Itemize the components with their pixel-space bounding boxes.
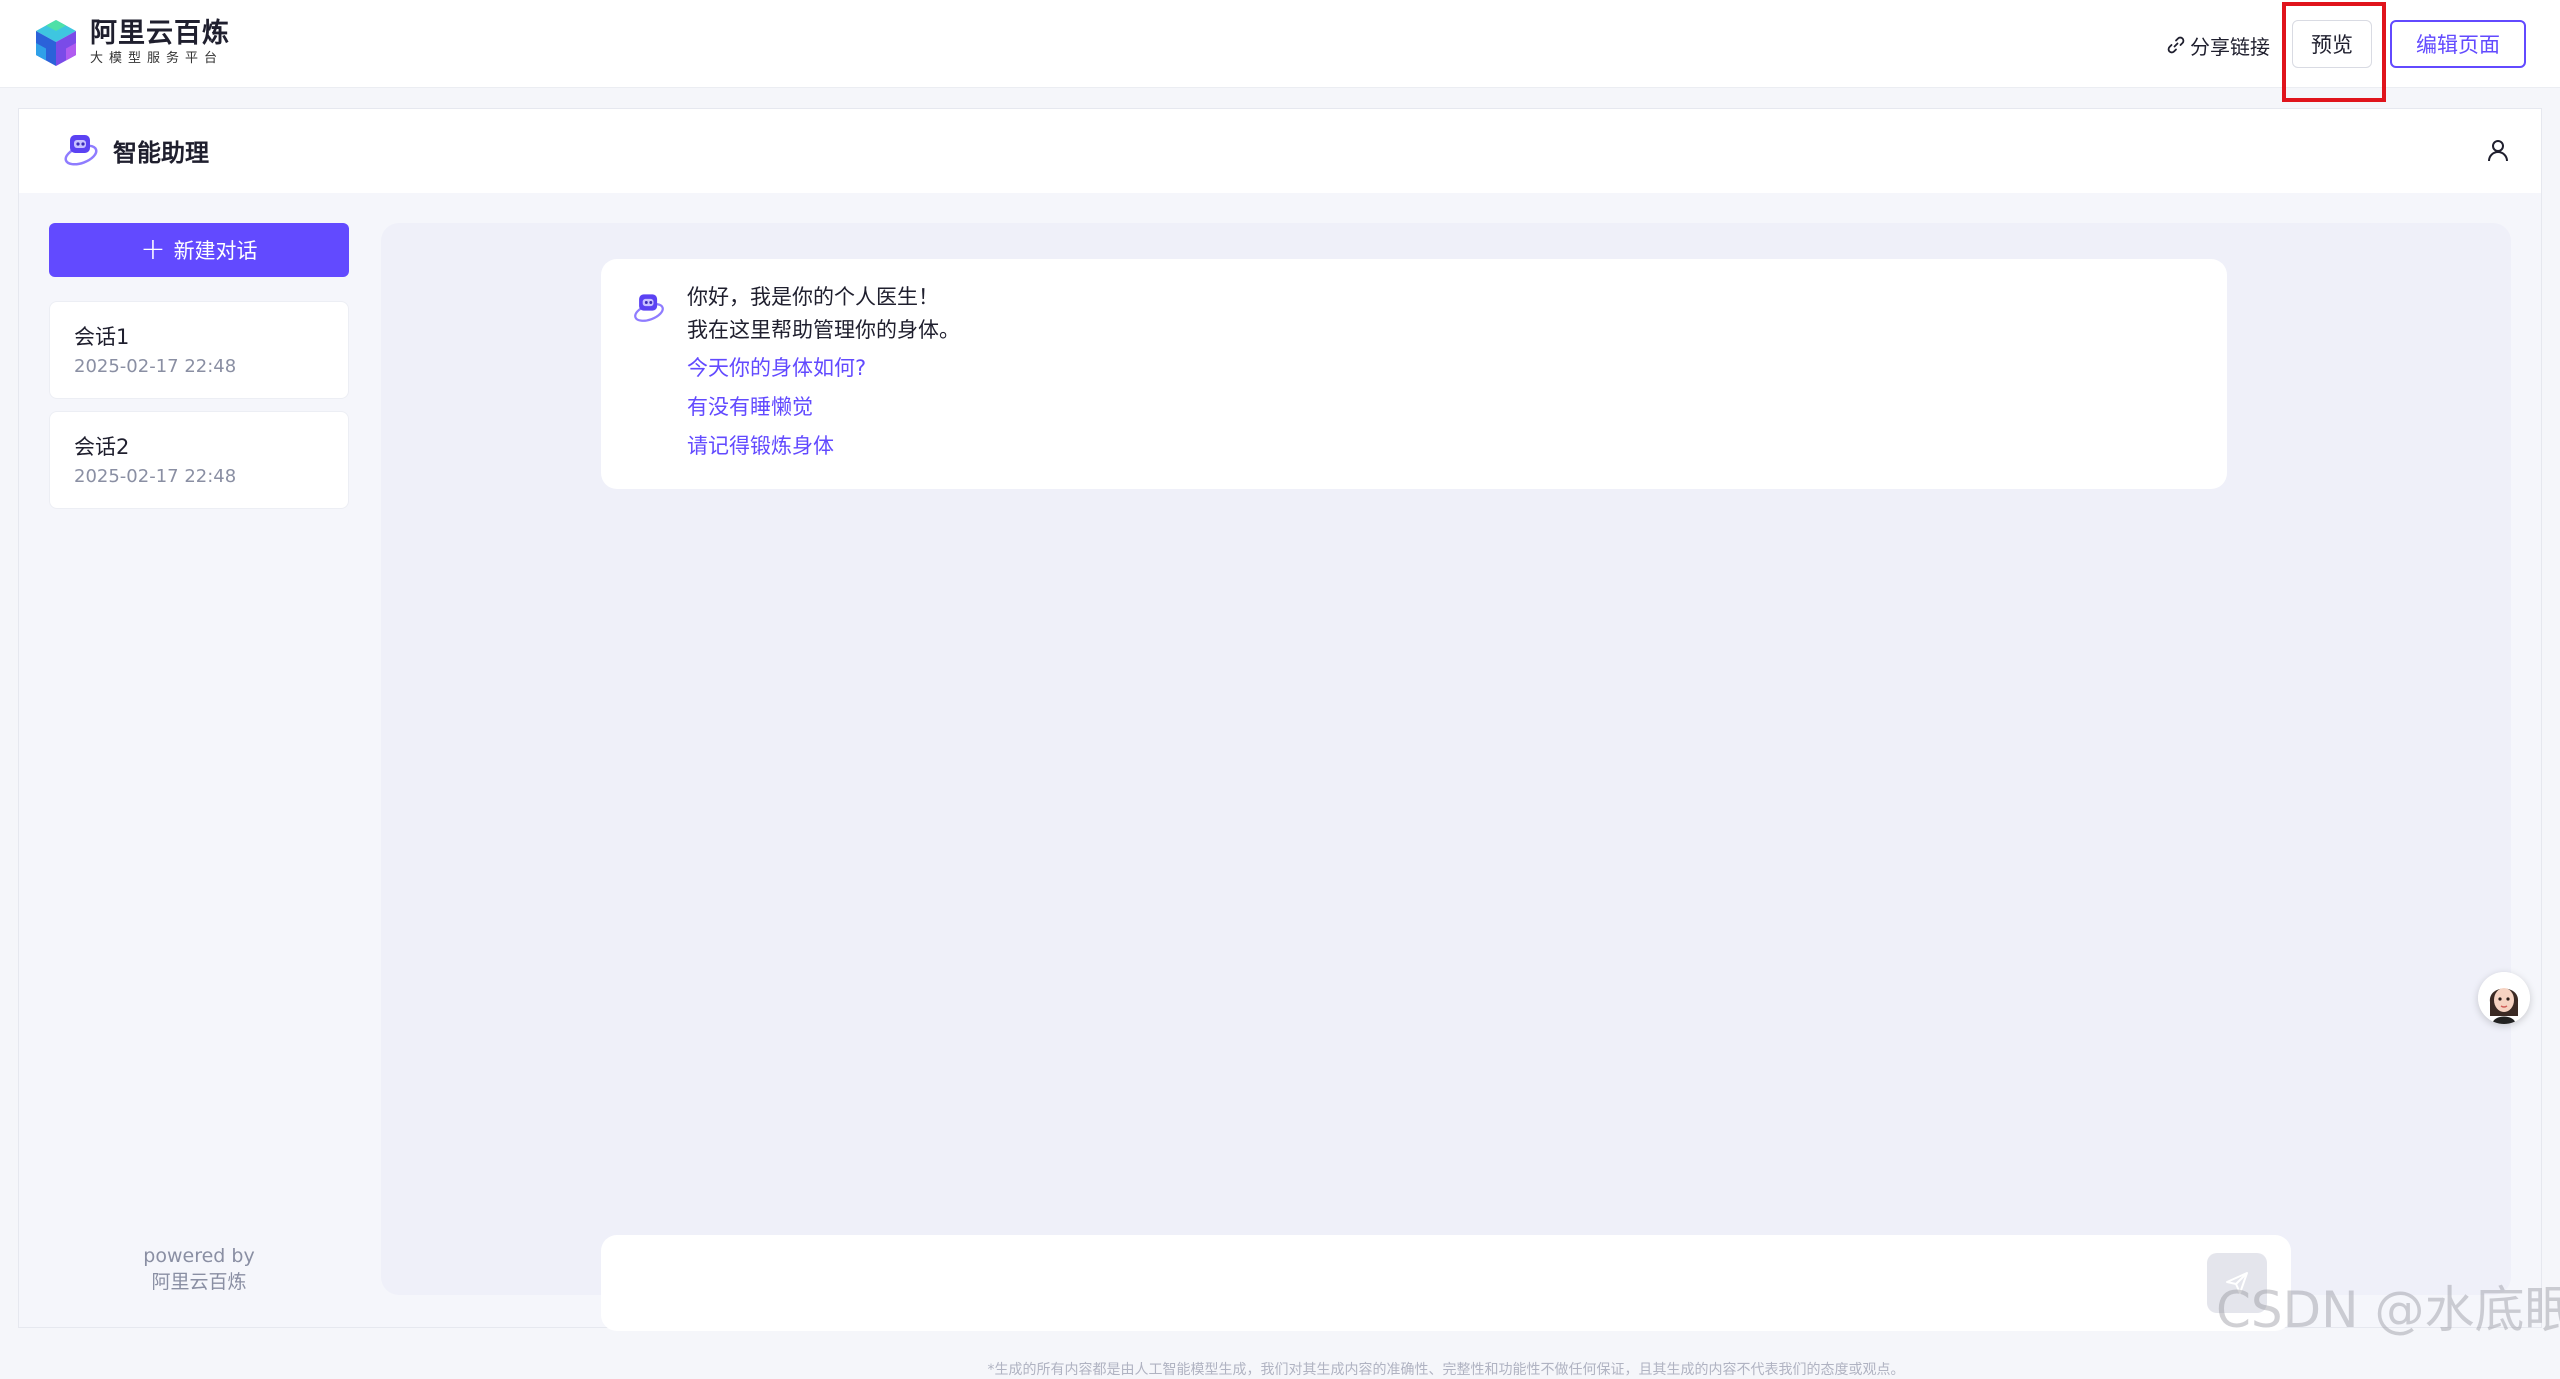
brand-logo[interactable]: 阿里云百炼 大模型服务平台 bbox=[34, 18, 230, 68]
suggestion-link[interactable]: 有没有睡懒觉 bbox=[687, 388, 960, 427]
watermark: CSDN @水底眠 bbox=[2216, 1281, 2560, 1339]
plus-icon: + bbox=[140, 232, 166, 267]
chat-input-box bbox=[601, 1235, 2291, 1331]
new-chat-button[interactable]: + 新建对话 bbox=[49, 223, 349, 277]
share-link-button[interactable]: 分享链接 bbox=[2166, 30, 2270, 60]
assistant-avatar-icon bbox=[634, 294, 664, 322]
suggestion-link[interactable]: 今天你的身体如何? bbox=[687, 349, 960, 388]
session-date: 2025-02-17 22:48 bbox=[74, 356, 237, 377]
suggestion-link[interactable]: 请记得锻炼身体 bbox=[687, 427, 960, 466]
powered-by: powered by 阿里云百炼 bbox=[49, 1243, 349, 1295]
cube-logo-icon bbox=[36, 20, 76, 66]
powered-by-name: 阿里云百炼 bbox=[151, 1271, 247, 1293]
assistant-logo-icon bbox=[64, 135, 98, 166]
link-icon bbox=[2167, 36, 2185, 54]
session-item[interactable]: 会话2 2025-02-17 22:48 bbox=[49, 411, 349, 509]
session-title: 会话1 bbox=[74, 325, 130, 349]
message-body: 你好，我是你的个人医生！ 我在这里帮助管理你的身体。 今天你的身体如何? 有没有… bbox=[687, 281, 960, 466]
edit-page-button[interactable]: 编辑页面 bbox=[2390, 20, 2526, 68]
share-link-label: 分享链接 bbox=[2190, 34, 2270, 59]
avatar-face-icon bbox=[2478, 972, 2530, 1024]
assistant-message: 你好，我是你的个人医生！ 我在这里帮助管理你的身体。 今天你的身体如何? 有没有… bbox=[601, 259, 2227, 489]
preview-button[interactable]: 预览 bbox=[2292, 20, 2372, 68]
session-item[interactable]: 会话1 2025-02-17 22:48 bbox=[49, 301, 349, 399]
top-bar: 阿里云百炼 大模型服务平台 分享链接 预览 编辑页面 bbox=[0, 0, 2560, 102]
session-date: 2025-02-17 22:48 bbox=[74, 466, 237, 487]
greeting-line: 我在这里帮助管理你的身体。 bbox=[687, 318, 960, 342]
chat-panel: 你好，我是你的个人医生！ 我在这里帮助管理你的身体。 今天你的身体如何? 有没有… bbox=[381, 223, 2511, 1378]
helper-avatar[interactable] bbox=[2478, 972, 2530, 1024]
new-chat-label: 新建对话 bbox=[173, 239, 258, 263]
session-title: 会话2 bbox=[74, 435, 130, 459]
powered-by-label: powered by bbox=[143, 1245, 255, 1267]
app-title: 智能助理 bbox=[113, 139, 209, 167]
assistant-app: 智能助理 + 新建对话 会话1 2025-02-17 22:48 会话2 202… bbox=[18, 108, 2542, 1378]
chat-input[interactable] bbox=[625, 1259, 2145, 1307]
brand-title: 阿里云百炼 bbox=[90, 18, 230, 49]
brand-subtitle: 大模型服务平台 bbox=[90, 51, 224, 66]
user-icon[interactable] bbox=[2485, 137, 2511, 163]
disclaimer-text: *生成的所有内容都是由人工智能模型生成，我们对其生成内容的准确性、完整性和功能性… bbox=[987, 1362, 1905, 1378]
app-header: 智能助理 bbox=[19, 109, 2541, 193]
greeting-line: 你好，我是你的个人医生！ bbox=[687, 285, 939, 309]
